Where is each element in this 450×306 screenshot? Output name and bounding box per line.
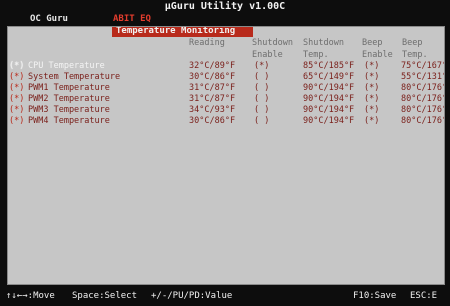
table-row[interactable]: (*) CPU Temperature 32°C/89°F (*) 85°C/1… <box>8 61 444 71</box>
enable-radio[interactable]: (*) <box>9 61 24 71</box>
enable-radio[interactable]: (*) <box>9 83 24 93</box>
col-header-beep-enable-1: Beep <box>362 38 383 48</box>
shutdown-temp-value[interactable]: 90°C/194°F <box>303 83 354 93</box>
col-header-shutdown-enable-1: Shutdown <box>252 38 293 48</box>
menu-bar: OC Guru ABIT EQ <box>0 12 450 26</box>
table-row[interactable]: (*) PWM2 Temperature 31°C/87°F ( ) 90°C/… <box>8 94 444 104</box>
shutdown-enable-radio[interactable]: ( ) <box>254 72 269 82</box>
shutdown-enable-radio[interactable]: ( ) <box>254 83 269 93</box>
col-header-shutdown-temp-2: Temp. <box>303 50 329 60</box>
shutdown-enable-radio[interactable]: ( ) <box>254 116 269 126</box>
temperature-panel: Temperature Monitoring Reading Shutdown … <box>7 26 445 285</box>
reading-value: 30°C/86°F <box>189 116 236 126</box>
key-hint-move: ↑↓←→:Move <box>6 291 55 301</box>
beep-enable-radio[interactable]: (*) <box>364 116 379 126</box>
beep-enable-radio[interactable]: (*) <box>364 83 379 93</box>
col-header-reading: Reading <box>189 38 225 48</box>
enable-radio[interactable]: (*) <box>9 72 24 82</box>
shutdown-temp-value[interactable]: 90°C/194°F <box>303 105 354 115</box>
beep-temp-value[interactable]: 80°C/176° <box>401 94 444 104</box>
table-row[interactable]: (*) PWM4 Temperature 30°C/86°F ( ) 90°C/… <box>8 116 444 126</box>
tab-temperature-monitoring[interactable]: Temperature Monitoring <box>112 27 253 37</box>
key-hint-exit: ESC:E <box>410 291 438 301</box>
beep-enable-radio[interactable]: (*) <box>364 61 379 71</box>
table-row[interactable]: (*) PWM3 Temperature 34°C/93°F ( ) 90°C/… <box>8 105 444 115</box>
shutdown-enable-radio[interactable]: ( ) <box>254 105 269 115</box>
reading-value: 34°C/93°F <box>189 105 236 115</box>
beep-temp-value[interactable]: 55°C/131° <box>401 72 444 82</box>
shutdown-temp-value[interactable]: 90°C/194°F <box>303 94 354 104</box>
col-header-shutdown-enable-2: Enable <box>252 50 283 60</box>
key-hint-save: F10:Save <box>353 291 397 301</box>
shutdown-temp-value[interactable]: 85°C/185°F <box>303 61 354 71</box>
beep-enable-radio[interactable]: (*) <box>364 94 379 104</box>
col-header-shutdown-temp-1: Shutdown <box>303 38 344 48</box>
shutdown-temp-value[interactable]: 65°C/149°F <box>303 72 354 82</box>
key-hint-select: Space:Select <box>72 291 138 301</box>
col-header-beep-temp-1: Beep <box>402 38 423 48</box>
enable-radio[interactable]: (*) <box>9 94 24 104</box>
sensor-name: PWM4 Temperature <box>28 116 110 126</box>
table-row[interactable]: (*) System Temperature 30°C/86°F ( ) 65°… <box>8 72 444 82</box>
beep-enable-radio[interactable]: (*) <box>364 105 379 115</box>
shutdown-temp-value[interactable]: 90°C/194°F <box>303 116 354 126</box>
table-row[interactable]: (*) PWM1 Temperature 31°C/87°F ( ) 90°C/… <box>8 83 444 93</box>
col-header-beep-temp-2: Temp. <box>402 50 428 60</box>
beep-temp-value[interactable]: 80°C/176° <box>401 105 444 115</box>
key-hint-value: +/-/PU/PD:Value <box>151 291 233 301</box>
beep-temp-value[interactable]: 75°C/167° <box>401 61 444 71</box>
reading-value: 31°C/87°F <box>189 94 236 104</box>
key-help-bar: ↑↓←→:Move Space:Select +/-/PU/PD:Value F… <box>0 290 450 302</box>
reading-value: 32°C/89°F <box>189 61 236 71</box>
sensor-name: PWM2 Temperature <box>28 94 110 104</box>
enable-radio[interactable]: (*) <box>9 116 24 126</box>
beep-enable-radio[interactable]: (*) <box>364 72 379 82</box>
shutdown-enable-radio[interactable]: (*) <box>254 61 269 71</box>
reading-value: 31°C/87°F <box>189 83 236 93</box>
menu-abit-eq[interactable]: ABIT EQ <box>113 13 151 25</box>
col-header-beep-enable-2: Enable <box>362 50 393 60</box>
sensor-name: CPU Temperature <box>28 61 105 71</box>
beep-temp-value[interactable]: 80°C/176° <box>401 116 444 126</box>
enable-radio[interactable]: (*) <box>9 105 24 115</box>
sensor-name: PWM1 Temperature <box>28 83 110 93</box>
sensor-name: PWM3 Temperature <box>28 105 110 115</box>
sensor-name: System Temperature <box>28 72 121 82</box>
menu-oc-guru[interactable]: OC Guru <box>30 13 68 25</box>
shutdown-enable-radio[interactable]: ( ) <box>254 94 269 104</box>
beep-temp-value[interactable]: 80°C/176° <box>401 83 444 93</box>
reading-value: 30°C/86°F <box>189 72 236 82</box>
